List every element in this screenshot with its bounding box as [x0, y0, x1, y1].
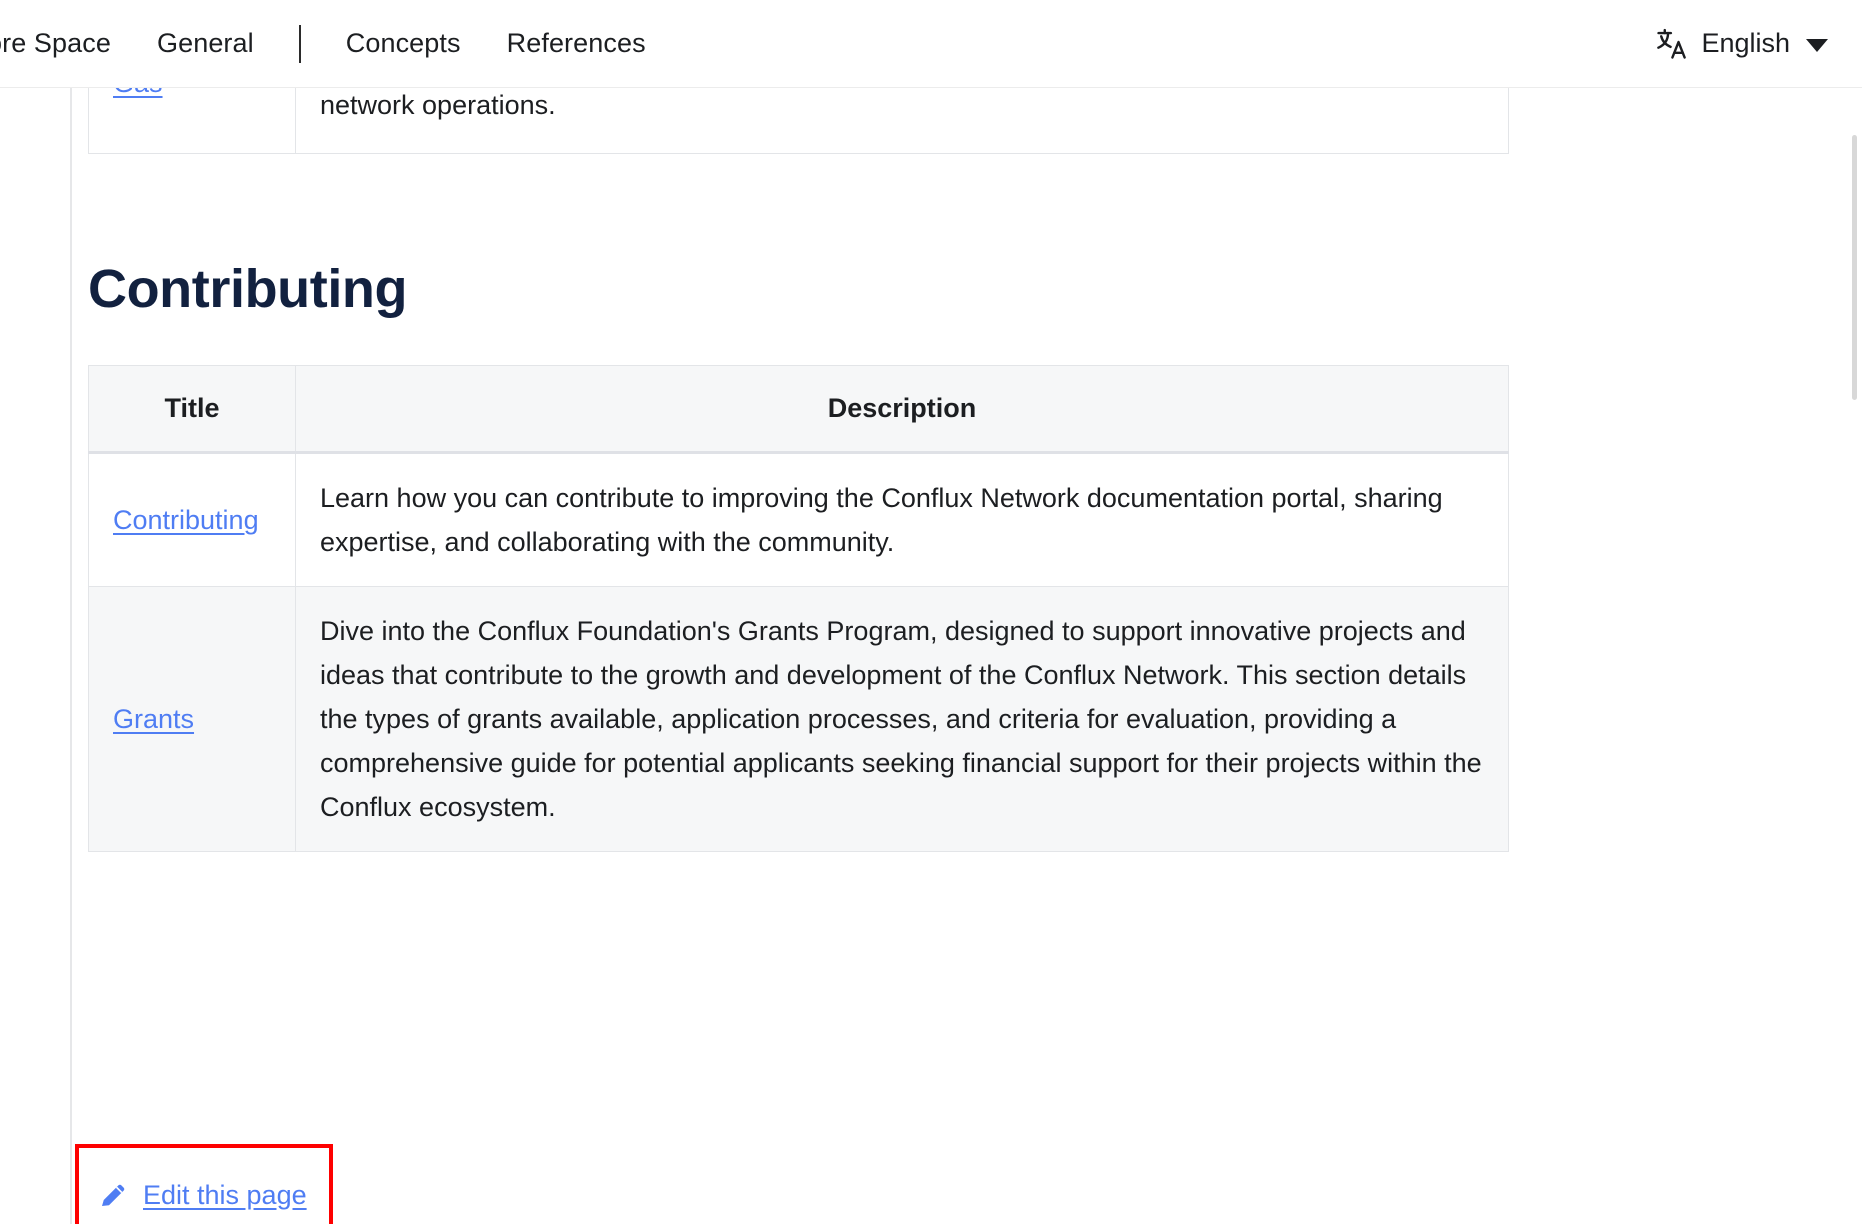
- table-cell-title: Grants: [89, 587, 296, 852]
- previous-section-table: Gas Learn about the gas mechanism in Con…: [88, 88, 1508, 154]
- table-cell-description: Learn how you can contribute to improvin…: [296, 453, 1509, 587]
- pencil-icon: [98, 1180, 128, 1210]
- table-cell-description: Dive into the Conflux Foundation's Grant…: [296, 587, 1509, 852]
- sidebar-divider: [70, 88, 72, 1224]
- table-row: Gas Learn about the gas mechanism in Con…: [89, 88, 1509, 154]
- link-grants[interactable]: Grants: [113, 704, 194, 734]
- nav-item-general[interactable]: General: [134, 28, 277, 59]
- top-navbar: ore Space General Concepts References En…: [0, 0, 1862, 88]
- chevron-down-icon: [1806, 39, 1828, 52]
- navbar-links: ore Space General Concepts References: [0, 0, 669, 87]
- edit-page-annotation-box: Edit this page: [75, 1144, 333, 1224]
- contributing-table: Title Description Contributing Learn how…: [88, 365, 1509, 852]
- language-selector[interactable]: English: [1655, 27, 1828, 61]
- column-header-title: Title: [89, 366, 296, 453]
- nav-item-references[interactable]: References: [484, 28, 669, 59]
- nav-item-concepts[interactable]: Concepts: [323, 28, 484, 59]
- vertical-scrollbar[interactable]: [1846, 88, 1862, 1224]
- doc-table-clipped: Gas Learn about the gas mechanism in Con…: [88, 88, 1509, 154]
- article-body: Contributing Title Description Contribut…: [88, 260, 1508, 852]
- table-cell-title: Contributing: [89, 453, 296, 587]
- link-gas[interactable]: Gas: [113, 88, 163, 98]
- page-root: ore Space General Concepts References En…: [0, 0, 1862, 1224]
- scrollbar-thumb[interactable]: [1852, 135, 1857, 400]
- link-contributing[interactable]: Contributing: [113, 505, 259, 535]
- language-label: English: [1701, 28, 1790, 59]
- heading-spacer: [88, 319, 1508, 365]
- navbar-divider: [299, 25, 301, 63]
- table-row: Contributing Learn how you can contribut…: [89, 453, 1509, 587]
- content-area: Gas Learn about the gas mechanism in Con…: [0, 88, 1862, 1224]
- nav-item-core-space[interactable]: ore Space: [0, 28, 134, 59]
- table-header-row: Title Description: [89, 366, 1509, 453]
- table-cell-title: Gas: [89, 88, 296, 154]
- column-header-description: Description: [296, 366, 1509, 453]
- translate-icon: [1655, 27, 1689, 61]
- table-cell-description: Learn about the gas mechanism in Conflux…: [296, 88, 1509, 154]
- edit-this-page-link[interactable]: Edit this page: [98, 1180, 307, 1211]
- table-row: Grants Dive into the Conflux Foundation'…: [89, 587, 1509, 852]
- edit-this-page-label: Edit this page: [143, 1180, 307, 1211]
- page-title: Contributing: [88, 260, 1508, 319]
